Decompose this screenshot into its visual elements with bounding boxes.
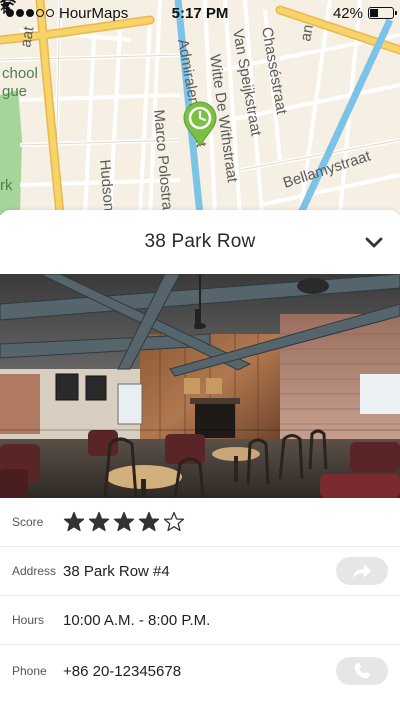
phone-label: Phone — [12, 664, 47, 678]
park-label: gue — [2, 83, 27, 100]
share-arrow-icon — [353, 564, 372, 578]
battery-icon — [368, 7, 397, 19]
address-row: Address 38 Park Row #4 — [0, 547, 400, 595]
chevron-down-icon[interactable] — [362, 230, 386, 254]
hours-row: Hours 10:00 A.M. - 8:00 P.M. — [0, 596, 400, 644]
star-filled-icon — [88, 511, 110, 532]
phone-icon — [354, 663, 370, 679]
star-filled-icon — [63, 511, 85, 532]
status-bar: HourMaps 5:17 PM 42% — [0, 0, 400, 26]
star-filled-icon — [113, 511, 135, 532]
address-label: Address — [12, 564, 57, 578]
call-button[interactable] — [336, 657, 388, 685]
map-view[interactable]: Admiralengracht Van Speijkstraat Witte D… — [0, 0, 400, 215]
star-filled-icon — [138, 511, 160, 532]
hours-label: Hours — [12, 613, 45, 627]
star-rating — [63, 511, 185, 533]
park-label: rk — [0, 177, 13, 194]
battery-percent: 42% — [332, 4, 363, 22]
carrier-name: HourMaps — [59, 4, 129, 22]
phone-row: Phone +86 20-12345678 — [0, 647, 400, 695]
place-photo[interactable] — [0, 274, 400, 498]
score-label: Score — [12, 515, 44, 529]
park-label: chool — [2, 65, 38, 82]
divider — [0, 644, 400, 645]
sheet-header: 38 Park Row — [0, 210, 400, 274]
directions-button[interactable] — [336, 557, 388, 585]
hours-value: 10:00 A.M. - 8:00 P.M. — [63, 611, 211, 629]
score-row: Score — [0, 498, 400, 546]
address-value: 38 Park Row #4 — [63, 562, 170, 580]
place-title: 38 Park Row — [144, 231, 256, 252]
park-area — [0, 90, 22, 215]
clock-pin-icon[interactable] — [181, 100, 219, 148]
star-empty-icon — [163, 511, 185, 532]
street-label: an — [297, 23, 317, 42]
bluetooth-icon — [0, 0, 8, 14]
place-detail-sheet: 38 Park Row Score Address 38 Park Row #4… — [0, 210, 400, 710]
phone-value: +86 20-12345678 — [63, 662, 182, 680]
